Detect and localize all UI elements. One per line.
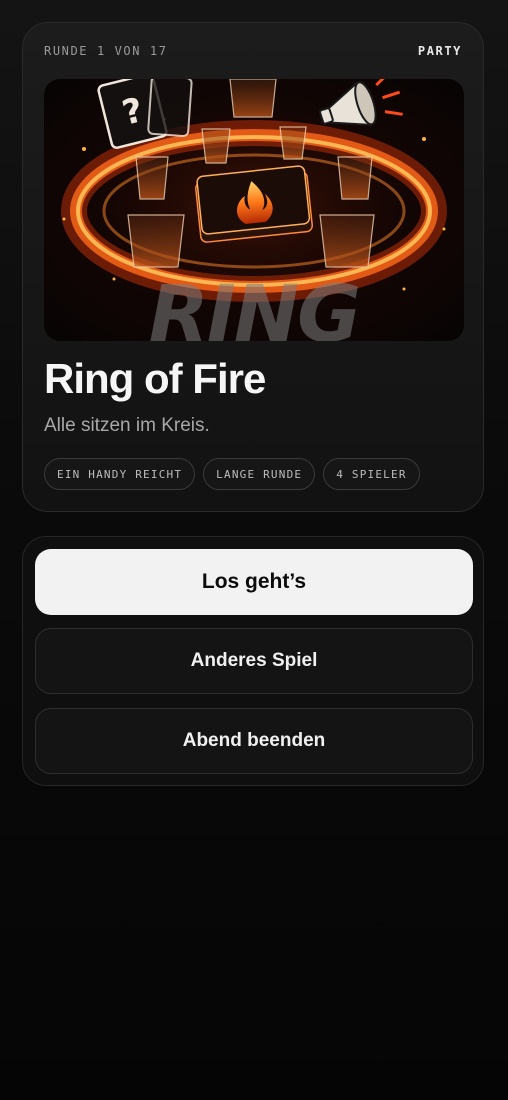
- image-lettering: RING: [149, 270, 359, 341]
- tag-long-round: LANGE RUNDE: [203, 458, 316, 490]
- round-counter: RUNDE 1 VON 17: [44, 44, 168, 58]
- game-card: RUNDE 1 VON 17 PARTY ? RING Ring of Fire…: [22, 22, 484, 512]
- other-game-button[interactable]: Anderes Spiel: [35, 628, 473, 694]
- category-label: PARTY: [417, 44, 462, 58]
- card-header: RUNDE 1 VON 17 PARTY: [44, 43, 462, 59]
- game-tags: EIN HANDY REICHT LANGE RUNDE 4 SPIELER: [44, 458, 420, 490]
- start-button[interactable]: Los geht’s: [35, 549, 473, 615]
- game-hero-image: ? RING: [44, 79, 464, 341]
- game-title: Ring of Fire: [44, 355, 266, 402]
- tag-one-phone: EIN HANDY REICHT: [44, 458, 196, 490]
- game-subtitle: Alle sitzen im Kreis.: [44, 415, 210, 436]
- actions-panel: Los geht’s Anderes Spiel Abend beenden: [22, 536, 484, 786]
- end-evening-button[interactable]: Abend beenden: [35, 708, 473, 774]
- tag-players: 4 SPIELER: [323, 458, 420, 490]
